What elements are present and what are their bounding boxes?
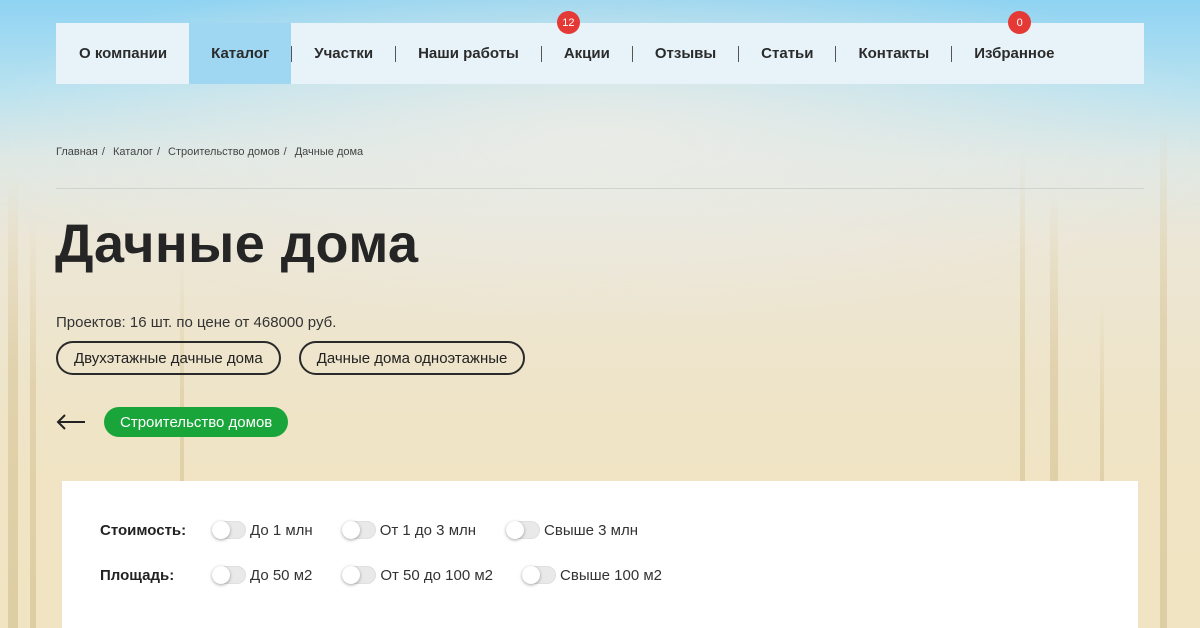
filter-option-area-50-100[interactable]: От 50 до 100 м2	[342, 566, 493, 584]
filter-label-cost: Стоимость:	[100, 521, 187, 539]
nav-item-plots[interactable]: Участки	[292, 23, 395, 84]
main-nav: О компании Каталог Участки Наши работы А…	[56, 11, 1144, 84]
nav-item-reviews[interactable]: Отзывы	[633, 23, 738, 84]
projects-summary: Проектов: 16 шт. по цене от 468000 руб.	[56, 314, 337, 331]
filter-option-label: До 50 м2	[250, 566, 313, 584]
filter-label-area: Площадь:	[100, 566, 175, 584]
background-tree	[30, 220, 36, 628]
header-divider	[56, 188, 1144, 189]
filter-row-cost: Стоимость: До 1 млн От 1 до 3 млн Свыше …	[100, 521, 638, 539]
nav-item-promotions[interactable]: Акции 12	[542, 11, 632, 84]
filter-option-cost-over-3m[interactable]: Свыше 3 млн	[506, 521, 638, 539]
nav-item-label: Отзывы	[654, 45, 717, 62]
parent-category-row: Строительство домов	[56, 407, 289, 437]
nav-item-label: Каталог	[211, 45, 270, 62]
nav-item-label: Избранное	[974, 45, 1055, 62]
toggle-switch[interactable]	[212, 521, 246, 539]
breadcrumb-link-home[interactable]: Главная	[56, 146, 98, 158]
filter-option-cost-1-3m[interactable]: От 1 до 3 млн	[341, 521, 477, 539]
parent-category-button[interactable]: Строительство домов	[104, 407, 289, 437]
breadcrumb-separator: /	[156, 146, 160, 158]
filter-option-area-under-50[interactable]: До 50 м2	[212, 566, 312, 584]
favorites-count-badge: 0	[1008, 11, 1032, 34]
arrow-left-icon[interactable]	[56, 407, 86, 437]
nav-item-label: Наши работы	[418, 45, 519, 62]
filter-option-label: От 1 до 3 млн	[379, 521, 477, 539]
nav-item-label: Акции	[563, 45, 610, 62]
background-tree	[8, 180, 18, 628]
nav-item-our-works[interactable]: Наши работы	[396, 23, 541, 84]
nav-item-label: Статьи	[761, 45, 814, 62]
filter-option-area-over-100[interactable]: Свыше 100 м2	[522, 566, 662, 584]
background-tree	[1160, 120, 1167, 628]
breadcrumb-separator: /	[101, 146, 105, 158]
breadcrumb-separator: /	[283, 146, 287, 158]
nav-item-label: О компании	[79, 45, 168, 62]
filter-option-cost-under-1m[interactable]: До 1 млн	[212, 521, 313, 539]
toggle-switch[interactable]	[342, 566, 377, 584]
breadcrumb-current: Дачные дома	[294, 146, 364, 158]
filter-option-label: Свыше 100 м2	[560, 566, 662, 584]
subcategory-chip-two-storey[interactable]: Двухэтажные дачные дома	[56, 341, 281, 375]
toggle-switch[interactable]	[506, 521, 541, 539]
filter-panel: Стоимость: До 1 млн От 1 до 3 млн Свыше …	[62, 481, 1138, 628]
nav-item-contacts[interactable]: Контакты	[836, 23, 951, 84]
nav-item-label: Контакты	[858, 45, 930, 62]
toggle-switch[interactable]	[212, 566, 246, 584]
toggle-switch[interactable]	[522, 566, 557, 584]
promotions-count-badge: 12	[556, 11, 580, 34]
nav-item-about[interactable]: О компании	[56, 23, 189, 84]
breadcrumb: Главная / Каталог / Строительство домов …	[56, 146, 363, 158]
nav-item-articles[interactable]: Статьи	[739, 23, 835, 84]
subcategory-list: Двухэтажные дачные дома Дачные дома одно…	[56, 341, 526, 375]
page-title: Дачные дома	[55, 214, 419, 274]
filter-option-label: Свыше 3 млн	[544, 521, 639, 539]
breadcrumb-link-catalog[interactable]: Каталог	[113, 146, 153, 158]
toggle-switch[interactable]	[341, 521, 376, 539]
filter-option-label: До 1 млн	[250, 521, 313, 539]
filter-row-area: Площадь: До 50 м2 От 50 до 100 м2 Свыше …	[100, 566, 662, 584]
nav-item-favorites[interactable]: Избранное 0	[952, 11, 1055, 84]
nav-item-label: Участки	[314, 45, 374, 62]
nav-item-catalog[interactable]: Каталог	[189, 23, 292, 84]
subcategory-chip-one-storey[interactable]: Дачные дома одноэтажные	[298, 341, 526, 375]
filter-option-label: От 50 до 100 м2	[380, 566, 494, 584]
breadcrumb-link-construction[interactable]: Строительство домов	[168, 146, 280, 158]
